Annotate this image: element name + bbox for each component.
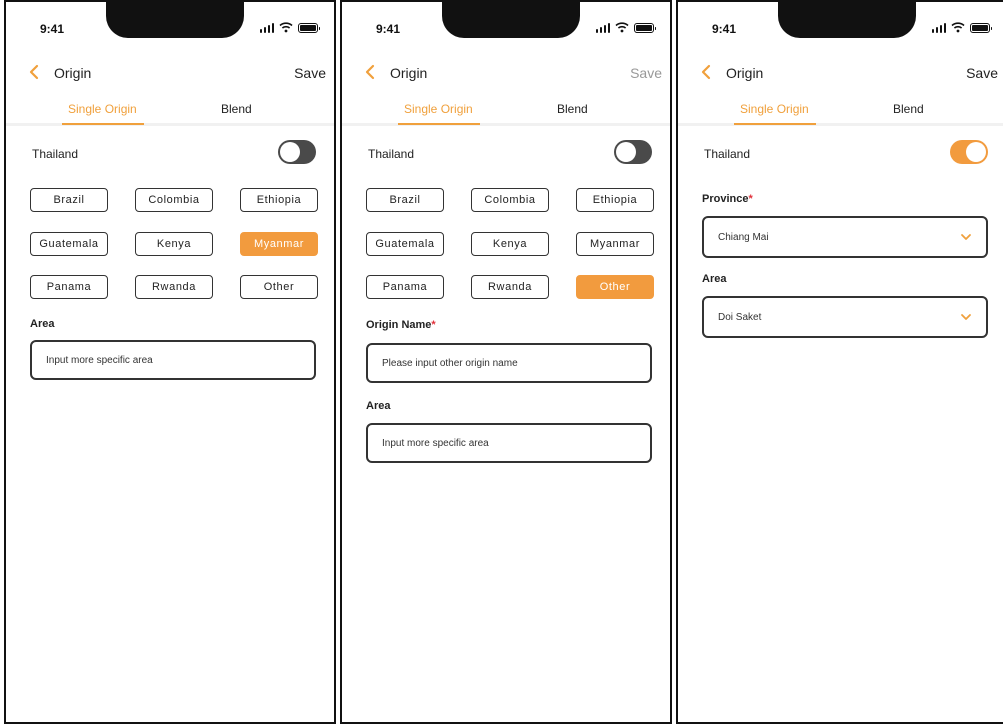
- chevron-down-icon: [961, 234, 971, 240]
- save-button[interactable]: Save: [966, 65, 998, 81]
- save-button[interactable]: Save: [294, 65, 326, 81]
- wifi-icon: [279, 22, 293, 33]
- tab-blend[interactable]: Blend: [893, 102, 924, 116]
- toggle-knob: [280, 142, 300, 162]
- status-bar: 9:41: [342, 2, 670, 48]
- wifi-icon: [951, 22, 965, 33]
- chip-colombia[interactable]: Colombia: [135, 188, 213, 212]
- signal-icon: [931, 23, 946, 33]
- chip-colombia[interactable]: Colombia: [471, 188, 549, 212]
- status-time: 9:41: [712, 22, 737, 36]
- origin-name-label: Origin Name*: [366, 319, 436, 331]
- chevron-left-icon[interactable]: [362, 62, 378, 82]
- origin-tabs: Single Origin Blend: [678, 98, 1003, 126]
- area-input-placeholder: Input more specific area: [46, 354, 153, 366]
- page-title: Origin: [390, 65, 428, 81]
- toggle-knob: [966, 142, 986, 162]
- chip-myanmar[interactable]: Myanmar: [576, 232, 654, 256]
- country-label: Thailand: [704, 147, 751, 161]
- origin-name-placeholder: Please input other origin name: [382, 357, 518, 369]
- signal-icon: [259, 23, 274, 33]
- wifi-icon: [615, 22, 629, 33]
- page-title: Origin: [54, 65, 92, 81]
- area-select[interactable]: Doi Saket: [702, 296, 988, 338]
- area-input[interactable]: Input more specific area: [366, 423, 652, 463]
- page-title: Origin: [726, 65, 764, 81]
- chip-brazil[interactable]: Brazil: [366, 188, 444, 212]
- nav-bar: Origin Save: [6, 58, 334, 88]
- status-bar: 9:41: [678, 2, 1003, 48]
- area-label: Area: [702, 273, 727, 285]
- battery-icon: [298, 23, 320, 33]
- chip-guatemala[interactable]: Guatemala: [366, 232, 444, 256]
- chevron-left-icon[interactable]: [26, 62, 42, 82]
- phone-screen-myanmar-selected: 9:41 Origin Save Single Origin Blend Tha…: [4, 0, 336, 724]
- save-button[interactable]: Save: [630, 65, 662, 81]
- active-tab-indicator: [398, 123, 480, 125]
- phone-screen-thailand-on: 9:41 Origin Save Single Origin Blend Tha…: [676, 0, 1003, 724]
- tab-blend[interactable]: Blend: [221, 102, 252, 116]
- chip-ethiopia[interactable]: Ethiopia: [240, 188, 318, 212]
- province-value: Chiang Mai: [718, 231, 769, 243]
- province-label: Province*: [702, 193, 753, 205]
- area-label: Area: [366, 400, 391, 412]
- origin-tabs: Single Origin Blend: [6, 98, 334, 126]
- signal-icon: [595, 23, 610, 33]
- device-notch: [442, 2, 580, 38]
- battery-icon: [634, 23, 656, 33]
- chip-rwanda[interactable]: Rwanda: [471, 275, 549, 299]
- chip-panama[interactable]: Panama: [30, 275, 108, 299]
- country-label: Thailand: [32, 147, 79, 161]
- chevron-down-icon: [961, 314, 971, 320]
- tab-single-origin[interactable]: Single Origin: [68, 102, 137, 116]
- required-asterisk: *: [431, 319, 436, 331]
- thailand-toggle[interactable]: [950, 140, 988, 164]
- chevron-left-icon[interactable]: [698, 62, 714, 82]
- chip-myanmar[interactable]: Myanmar: [240, 232, 318, 256]
- active-tab-indicator: [734, 123, 816, 125]
- thailand-toggle[interactable]: [614, 140, 652, 164]
- battery-icon: [970, 23, 992, 33]
- chip-kenya[interactable]: Kenya: [135, 232, 213, 256]
- active-tab-indicator: [62, 123, 144, 125]
- device-notch: [778, 2, 916, 38]
- chip-brazil[interactable]: Brazil: [30, 188, 108, 212]
- required-asterisk: *: [748, 193, 753, 205]
- nav-bar: Origin Save: [342, 58, 670, 88]
- chip-ethiopia[interactable]: Ethiopia: [576, 188, 654, 212]
- status-time: 9:41: [376, 22, 401, 36]
- toggle-knob: [616, 142, 636, 162]
- chip-rwanda[interactable]: Rwanda: [135, 275, 213, 299]
- chip-other[interactable]: Other: [576, 275, 654, 299]
- origin-name-input[interactable]: Please input other origin name: [366, 343, 652, 383]
- chip-kenya[interactable]: Kenya: [471, 232, 549, 256]
- thailand-toggle[interactable]: [278, 140, 316, 164]
- chip-other[interactable]: Other: [240, 275, 318, 299]
- area-label: Area: [30, 318, 55, 330]
- chip-guatemala[interactable]: Guatemala: [30, 232, 108, 256]
- status-time: 9:41: [40, 22, 65, 36]
- nav-bar: Origin Save: [678, 58, 1003, 88]
- country-label: Thailand: [368, 147, 415, 161]
- tab-single-origin[interactable]: Single Origin: [404, 102, 473, 116]
- tab-single-origin[interactable]: Single Origin: [740, 102, 809, 116]
- tab-blend[interactable]: Blend: [557, 102, 588, 116]
- phone-screen-other-selected: 9:41 Origin Save Single Origin Blend Tha…: [340, 0, 672, 724]
- area-input-placeholder: Input more specific area: [382, 437, 489, 449]
- province-select[interactable]: Chiang Mai: [702, 216, 988, 258]
- origin-tabs: Single Origin Blend: [342, 98, 670, 126]
- status-bar: 9:41: [6, 2, 334, 48]
- chip-panama[interactable]: Panama: [366, 275, 444, 299]
- device-notch: [106, 2, 244, 38]
- area-value: Doi Saket: [718, 311, 762, 323]
- area-input[interactable]: Input more specific area: [30, 340, 316, 380]
